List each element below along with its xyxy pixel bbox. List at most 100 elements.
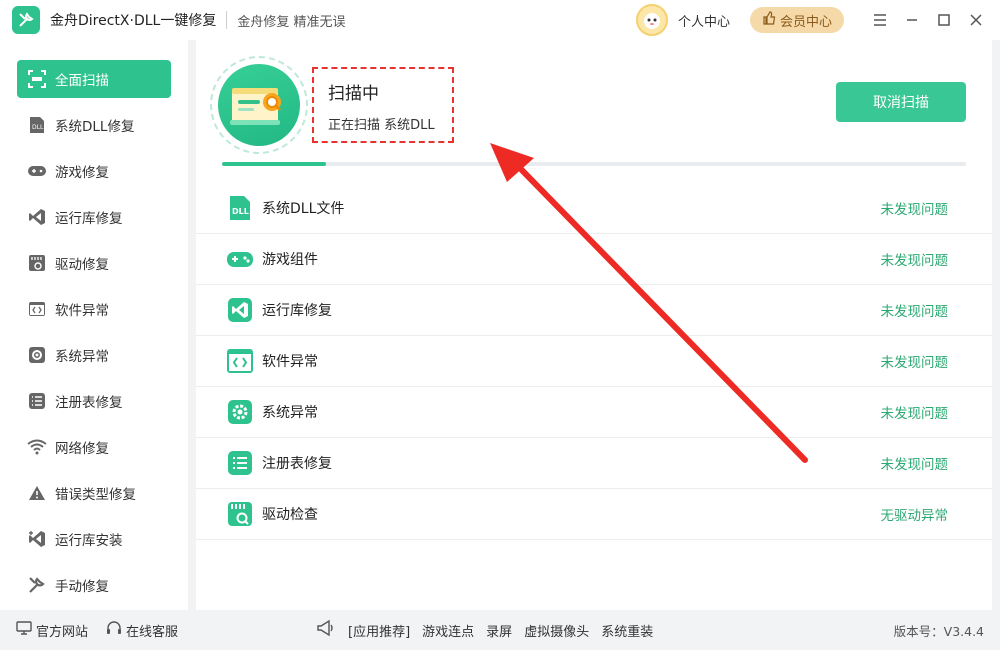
code-window-icon: [27, 299, 47, 319]
sidebar-item-error-type-repair[interactable]: 错误类型修复: [17, 474, 171, 512]
driver-icon: [226, 499, 254, 529]
scan-results-list: DLL 系统DLL文件 未发现问题 游戏组件 未发现问题 运行库修复 未发现问题…: [196, 183, 992, 540]
result-label: 注册表修复: [262, 456, 332, 472]
result-status: 未发现问题: [880, 457, 949, 473]
sidebar-item-network-repair[interactable]: 网络修复: [17, 428, 171, 466]
sidebar-item-system-dll[interactable]: DLL 系统DLL修复: [17, 106, 171, 144]
install-icon: [27, 529, 47, 549]
sidebar-item-registry-repair[interactable]: 注册表修复: [17, 382, 171, 420]
scan-header: 扫描中 正在扫描 系统DLL 取消扫描: [196, 40, 992, 180]
sidebar-item-manual-repair[interactable]: 手动修复: [17, 566, 171, 604]
wifi-icon: [27, 437, 47, 457]
menu-icon[interactable]: [864, 0, 896, 40]
list-item: 注册表修复 未发现问题: [196, 438, 992, 489]
sidebar-item-label: 注册表修复: [55, 395, 123, 411]
full-scan-icon: [27, 69, 47, 89]
dll-file-icon: DLL: [226, 193, 254, 223]
list-item: 软件异常 未发现问题: [196, 336, 992, 387]
result-status: 未发现问题: [880, 355, 949, 371]
thumbs-up-icon: [762, 11, 776, 29]
list-icon: [27, 391, 47, 411]
svg-text:DLL: DLL: [232, 207, 249, 216]
version-label: 版本号：V3.4.4: [893, 623, 984, 639]
gamepad-icon: [226, 244, 254, 274]
sidebar-item-label: 错误类型修复: [55, 487, 136, 503]
result-label: 驱动检查: [262, 507, 318, 523]
footer: 官方网站 在线客服 [应用推荐] 游戏连点 录屏 虚拟摄像头 系统重装 版本号：…: [0, 610, 1000, 650]
avatar[interactable]: [635, 4, 668, 36]
wrench-icon: [27, 575, 47, 595]
sidebar-item-label: 游戏修复: [55, 165, 109, 181]
sidebar-item-label: 运行库安装: [55, 533, 123, 549]
sidebar-item-label: 全面扫描: [55, 73, 109, 89]
sidebar: 全面扫描 DLL 系统DLL修复 游戏修复 运行库修复 驱动修复 软件异常 系统…: [0, 40, 188, 610]
warning-icon: [27, 483, 47, 503]
sidebar-item-driver-repair[interactable]: 驱动修复: [17, 244, 171, 282]
maximize-icon[interactable]: [928, 0, 960, 40]
result-label: 系统异常: [262, 405, 318, 421]
result-status: 未发现问题: [880, 253, 949, 269]
footer-link-screen-record[interactable]: 录屏: [486, 621, 512, 640]
result-status: 无驱动异常: [880, 508, 949, 524]
megaphone-icon: [316, 619, 336, 641]
cancel-scan-button[interactable]: 取消扫描: [836, 82, 966, 122]
result-label: 系统DLL文件: [262, 201, 345, 217]
sidebar-item-label: 系统异常: [55, 349, 109, 365]
scan-document-icon: [230, 88, 281, 125]
footer-link-auto-clicker[interactable]: 游戏连点: [422, 621, 474, 640]
sidebar-item-software-abnormal[interactable]: 软件异常: [17, 290, 171, 328]
list-item: 运行库修复 未发现问题: [196, 285, 992, 336]
official-site-link[interactable]: 官方网站: [16, 621, 88, 640]
scan-status-box: 扫描中 正在扫描 系统DLL: [312, 67, 454, 143]
sidebar-item-label: 运行库修复: [55, 211, 123, 227]
runtime-icon: [27, 207, 47, 227]
svg-text:DLL: DLL: [32, 124, 44, 131]
personal-center-link[interactable]: 个人中心: [678, 11, 730, 30]
sidebar-item-system-abnormal[interactable]: 系统异常: [17, 336, 171, 374]
headset-icon: [106, 620, 122, 640]
app-logo-icon: [12, 6, 40, 34]
sidebar-item-runtime-install[interactable]: 运行库安装: [17, 520, 171, 558]
vip-center-button[interactable]: 会员中心: [749, 7, 844, 33]
title-bar: 金舟DirectX·DLL一键修复 金舟修复 精准无误 个人中心 会员中心: [0, 0, 1000, 40]
scan-progress-bar: [222, 162, 966, 166]
app-slogan: 金舟修复 精准无误: [237, 14, 346, 30]
result-label: 游戏组件: [262, 252, 318, 268]
monitor-icon: [16, 621, 32, 639]
result-status: 未发现问题: [880, 304, 949, 320]
footer-link-virtual-camera[interactable]: 虚拟摄像头: [524, 621, 589, 640]
gear-icon: [226, 397, 254, 427]
online-service-link[interactable]: 在线客服: [106, 620, 178, 640]
list-item: DLL 系统DLL文件 未发现问题: [196, 183, 992, 234]
gear-icon: [27, 345, 47, 365]
dll-icon: DLL: [27, 115, 47, 135]
scan-status-subtitle: 正在扫描 系统DLL: [328, 118, 435, 133]
sidebar-item-label: 网络修复: [55, 441, 109, 457]
app-title: 金舟DirectX·DLL一键修复: [50, 13, 217, 29]
sidebar-item-label: 手动修复: [55, 579, 109, 595]
code-window-icon: [226, 346, 254, 376]
result-label: 运行库修复: [262, 303, 332, 319]
result-status: 未发现问题: [880, 202, 949, 218]
sidebar-item-game-repair[interactable]: 游戏修复: [17, 152, 171, 190]
footer-link-system-reinstall[interactable]: 系统重装: [601, 621, 653, 640]
scan-illustration: [210, 56, 308, 154]
driver-icon: [27, 253, 47, 273]
close-icon[interactable]: [960, 0, 992, 40]
online-service-label: 在线客服: [126, 624, 179, 640]
sidebar-item-label: 系统DLL修复: [55, 119, 135, 135]
list-item: 驱动检查 无驱动异常: [196, 489, 992, 540]
scan-status-title: 扫描中: [328, 84, 379, 104]
sidebar-item-label: 软件异常: [55, 303, 109, 319]
list-icon: [226, 448, 254, 478]
vip-center-label: 会员中心: [779, 14, 832, 30]
list-item: 系统异常 未发现问题: [196, 387, 992, 438]
main-panel: 扫描中 正在扫描 系统DLL 取消扫描 DLL 系统DLL文件 未发现问题 游戏…: [196, 40, 992, 610]
gamepad-icon: [27, 161, 47, 181]
scan-progress-fill: [222, 162, 327, 166]
list-item: 游戏组件 未发现问题: [196, 234, 992, 285]
minimize-icon[interactable]: [896, 0, 928, 40]
result-label: 软件异常: [262, 354, 318, 370]
sidebar-item-full-scan[interactable]: 全面扫描: [17, 60, 171, 98]
sidebar-item-runtime-repair[interactable]: 运行库修复: [17, 198, 171, 236]
